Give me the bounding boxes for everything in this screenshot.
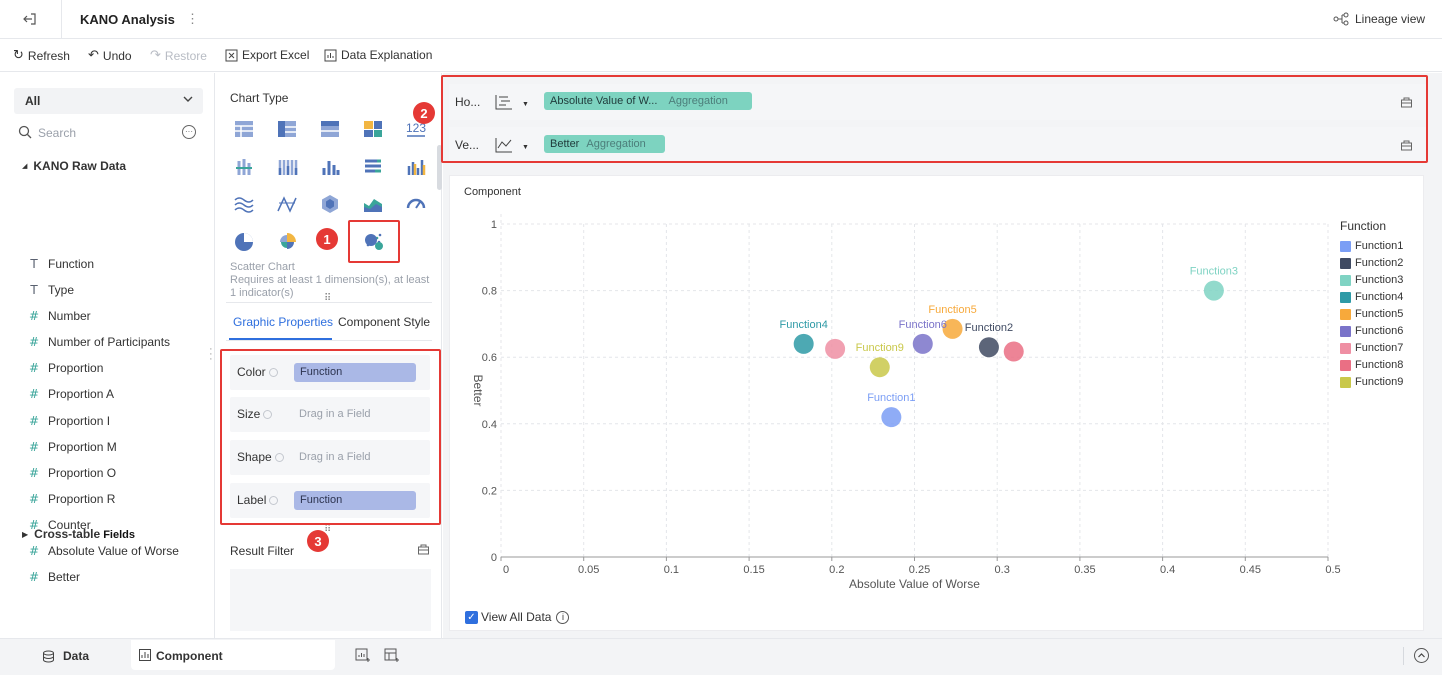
y-tick-label: 0.2: [482, 485, 497, 497]
tab-data-label: Data: [63, 649, 89, 663]
data-label: Function6: [899, 319, 947, 331]
highlight-properties: [220, 349, 441, 525]
view-all-data-label: View All Data: [481, 610, 551, 624]
legend-label: Function7: [1355, 342, 1403, 354]
legend-item[interactable]: Function7: [1340, 342, 1403, 354]
x-tick-label: 0.4: [1160, 564, 1175, 576]
legend-item[interactable]: Function1: [1340, 240, 1403, 252]
x-tick-label: 0.2: [829, 564, 844, 576]
info-icon[interactable]: i: [556, 611, 569, 624]
tab-data[interactable]: Data: [42, 649, 89, 663]
scatter-point[interactable]: [979, 337, 999, 357]
highlight-scatter-type: [348, 220, 400, 263]
view-all-data[interactable]: ✓ View All Data i: [465, 610, 569, 624]
x-tick-label: 0.1: [664, 564, 679, 576]
data-label: Function1: [867, 392, 915, 404]
scatter-point[interactable]: [794, 334, 814, 354]
scatter-point[interactable]: [913, 334, 933, 354]
legend-label: Function5: [1355, 308, 1403, 320]
scatter-point[interactable]: [1004, 342, 1024, 362]
legend-swatch: [1340, 326, 1351, 337]
scatter-point[interactable]: [881, 407, 901, 427]
y-tick-label: 0.6: [482, 352, 497, 364]
legend-item[interactable]: Function4: [1340, 291, 1403, 303]
tab-component[interactable]: Component: [131, 640, 335, 670]
y-tick-label: 1: [491, 219, 497, 231]
step-badge-3: 3: [307, 530, 329, 552]
legend-swatch: [1340, 360, 1351, 371]
y-tick-label: 0: [491, 552, 497, 564]
x-tick-label: 0.45: [1240, 564, 1261, 576]
legend-title: Function: [1340, 219, 1386, 233]
x-tick-label: 0.15: [743, 564, 764, 576]
legend-label: Function6: [1355, 325, 1403, 337]
legend-swatch: [1340, 241, 1351, 252]
legend-swatch: [1340, 309, 1351, 320]
x-tick-label: 0.35: [1074, 564, 1095, 576]
data-label: Function4: [780, 319, 828, 331]
highlight-axes: [441, 75, 1428, 163]
database-icon: [42, 650, 55, 663]
legend-label: Function8: [1355, 359, 1403, 371]
legend-swatch: [1340, 275, 1351, 286]
y-tick-label: 0.8: [482, 286, 497, 298]
x-tick-label: 0.05: [578, 564, 599, 576]
legend-swatch: [1340, 292, 1351, 303]
step-badge-1: 1: [316, 228, 338, 250]
checkbox-checked-icon[interactable]: ✓: [465, 611, 478, 624]
bottom-tab-bar: Data Component: [0, 638, 1442, 675]
x-axis-title: Absolute Value of Worse: [849, 577, 980, 591]
x-tick-label: 0: [503, 564, 509, 576]
bottom-divider: [1403, 647, 1404, 665]
tab-component-label: Component: [156, 649, 223, 663]
y-axis-title: Better: [471, 374, 485, 406]
legend-swatch: [1340, 343, 1351, 354]
x-tick-label: 0.5: [1325, 564, 1340, 576]
legend-label: Function4: [1355, 291, 1403, 303]
data-label: Function2: [965, 322, 1013, 334]
component-chart-icon: [139, 649, 151, 661]
legend-item[interactable]: Function9: [1340, 376, 1403, 388]
collapse-up-icon[interactable]: [1414, 648, 1429, 663]
data-label: Function5: [928, 304, 976, 316]
legend-item[interactable]: Function2: [1340, 257, 1403, 269]
legend-item[interactable]: Function5: [1340, 308, 1403, 320]
legend-item[interactable]: Function8: [1340, 359, 1403, 371]
add-component-icon[interactable]: [355, 648, 370, 666]
data-label: Function9: [856, 342, 904, 354]
step-badge-2: 2: [413, 102, 435, 124]
x-tick-label: 0.25: [909, 564, 930, 576]
data-label: Function3: [1190, 266, 1238, 278]
scatter-point[interactable]: [1204, 281, 1224, 301]
legend-label: Function9: [1355, 376, 1403, 388]
legend-swatch: [1340, 377, 1351, 388]
add-dashboard-icon[interactable]: [384, 648, 399, 666]
legend-label: Function3: [1355, 274, 1403, 286]
x-tick-label: 0.3: [995, 564, 1010, 576]
legend-label: Function1: [1355, 240, 1403, 252]
legend-item[interactable]: Function3: [1340, 274, 1403, 286]
scatter-point[interactable]: [870, 357, 890, 377]
legend-item[interactable]: Function6: [1340, 325, 1403, 337]
scatter-point[interactable]: [825, 339, 845, 359]
legend-label: Function2: [1355, 257, 1403, 269]
legend-swatch: [1340, 258, 1351, 269]
y-tick-label: 0.4: [482, 419, 497, 431]
